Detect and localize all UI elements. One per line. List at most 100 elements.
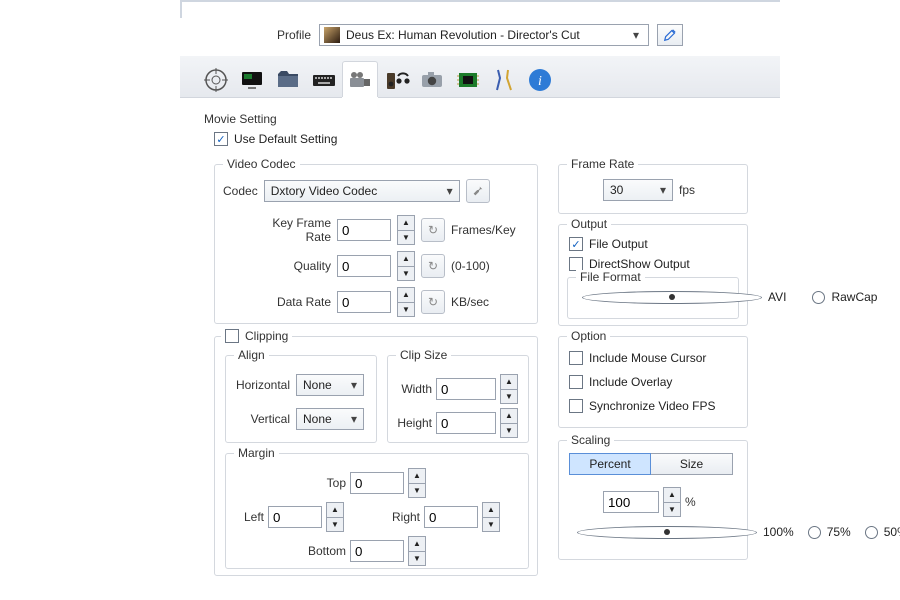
tab-keyboard[interactable] [306, 61, 342, 97]
margin-top-input[interactable] [350, 472, 404, 494]
datarate-stepper[interactable]: ▲▼ [397, 287, 415, 317]
margin-bottom-stepper[interactable]: ▲▼ [408, 536, 426, 566]
scaling-mode-size-button[interactable]: Size [651, 453, 733, 475]
file-format-rawcap-radio[interactable] [812, 291, 825, 304]
option-group: Option Include Mouse Cursor Include Over… [558, 336, 748, 428]
margin-left-stepper[interactable]: ▲▼ [326, 502, 344, 532]
align-group: Align Horizontal None ▾ Vertical None ▾ [225, 355, 377, 443]
video-codec-group: Video Codec Codec Dxtory Video Codec ▾ K… [214, 164, 538, 324]
up-icon: ▲ [501, 375, 517, 390]
scaling-unit: % [685, 495, 696, 509]
keyframe-stepper[interactable]: ▲▼ [397, 215, 415, 245]
directshow-output-checkbox[interactable] [569, 257, 583, 271]
datarate-input[interactable] [337, 291, 391, 313]
quality-reset-button[interactable]: ↻ [421, 254, 445, 278]
use-default-checkbox[interactable]: ✓ [214, 132, 228, 146]
chevron-down-icon: ▾ [660, 183, 666, 197]
video-codec-legend: Video Codec [223, 157, 300, 171]
scaling-value-input[interactable] [603, 491, 659, 513]
clip-height-stepper[interactable]: ▲▼ [500, 408, 518, 438]
align-horizontal-select[interactable]: None ▾ [296, 374, 364, 396]
tab-monitor[interactable] [234, 61, 270, 97]
frame-rate-group: Frame Rate 30 ▾ fps [558, 164, 748, 214]
down-icon: ▼ [398, 231, 414, 245]
monitor-icon [238, 66, 266, 94]
scaling-legend: Scaling [567, 433, 614, 447]
align-vertical-value: None [303, 412, 332, 426]
pencil-icon [663, 28, 677, 42]
margin-right-stepper[interactable]: ▲▼ [482, 502, 500, 532]
align-vertical-select[interactable]: None ▾ [296, 408, 364, 430]
up-icon: ▲ [398, 288, 414, 303]
redo-icon: ↻ [428, 223, 438, 237]
up-icon: ▲ [398, 216, 414, 231]
file-format-group: File Format AVI RawCap [567, 277, 739, 319]
clip-width-input[interactable] [436, 378, 496, 400]
file-format-avi-label: AVI [768, 290, 786, 304]
clip-width-stepper[interactable]: ▲▼ [500, 374, 518, 404]
up-icon: ▲ [398, 252, 414, 267]
camera-icon [418, 66, 446, 94]
keyframe-reset-button[interactable]: ↻ [421, 218, 445, 242]
tab-info[interactable]: i [522, 61, 558, 97]
tab-folder[interactable] [270, 61, 306, 97]
scaling-preset-100-radio[interactable] [577, 526, 757, 539]
tab-audio[interactable] [378, 61, 414, 97]
keyframe-label: Key Frame Rate [245, 216, 331, 244]
quality-stepper[interactable]: ▲▼ [397, 251, 415, 281]
codec-selected-text: Dxtory Video Codec [271, 184, 378, 198]
datarate-reset-button[interactable]: ↻ [421, 290, 445, 314]
clip-size-legend: Clip Size [396, 348, 451, 362]
datarate-label: Data Rate [245, 295, 331, 309]
include-overlay-checkbox[interactable] [569, 375, 583, 389]
margin-top-stepper[interactable]: ▲▼ [408, 468, 426, 498]
quality-label: Quality [245, 259, 331, 273]
movie-setting-title: Movie Setting [204, 112, 277, 126]
profile-select[interactable]: Deus Ex: Human Revolution - Director's C… [319, 24, 649, 46]
speaker-headset-icon [382, 66, 410, 94]
tab-camcorder[interactable] [342, 61, 378, 97]
codec-select[interactable]: Dxtory Video Codec ▾ [264, 180, 460, 202]
up-icon: ▲ [409, 469, 425, 484]
keyframe-input[interactable] [337, 219, 391, 241]
chevron-down-icon: ▾ [628, 28, 644, 42]
margin-right-input[interactable] [424, 506, 478, 528]
margin-bottom-input[interactable] [350, 540, 404, 562]
scaling-value-stepper[interactable]: ▲▼ [663, 487, 681, 517]
tab-target[interactable] [198, 61, 234, 97]
chevron-down-icon: ▾ [351, 412, 357, 426]
tab-camera[interactable] [414, 61, 450, 97]
up-icon: ▲ [327, 503, 343, 518]
file-output-checkbox[interactable]: ✓ [569, 237, 583, 251]
file-format-avi-radio[interactable] [582, 291, 762, 304]
clipping-checkbox[interactable] [225, 329, 239, 343]
option-legend: Option [567, 329, 610, 343]
sync-fps-checkbox[interactable] [569, 399, 583, 413]
include-overlay-label: Include Overlay [589, 375, 672, 389]
crosshair-icon [202, 66, 230, 94]
quality-input[interactable] [337, 255, 391, 277]
codec-settings-button[interactable] [466, 179, 490, 203]
down-icon: ▼ [501, 390, 517, 404]
section-tabs: i [180, 56, 780, 98]
tools-icon [490, 66, 518, 94]
down-icon: ▼ [409, 552, 425, 566]
tab-tools[interactable] [486, 61, 522, 97]
down-icon: ▼ [398, 303, 414, 317]
file-format-rawcap-label: RawCap [831, 290, 877, 304]
scaling-preset-50-label: 50% [884, 525, 900, 539]
frame-rate-select[interactable]: 30 ▾ [603, 179, 673, 201]
scaling-preset-75-radio[interactable] [808, 526, 821, 539]
use-default-label: Use Default Setting [234, 132, 337, 146]
edit-profile-button[interactable] [657, 24, 683, 46]
file-format-legend: File Format [576, 270, 645, 284]
margin-left-input[interactable] [268, 506, 322, 528]
scaling-preset-50-radio[interactable] [865, 526, 878, 539]
clipping-group: Clipping Align Horizontal None ▾ Vertica… [214, 336, 538, 576]
clip-height-input[interactable] [436, 412, 496, 434]
scaling-group: Scaling Percent Size ▲▼ % 100% 75% 50% [558, 440, 748, 560]
margin-legend: Margin [234, 446, 279, 460]
scaling-mode-percent-button[interactable]: Percent [569, 453, 651, 475]
include-mouse-checkbox[interactable] [569, 351, 583, 365]
tab-chip[interactable] [450, 61, 486, 97]
